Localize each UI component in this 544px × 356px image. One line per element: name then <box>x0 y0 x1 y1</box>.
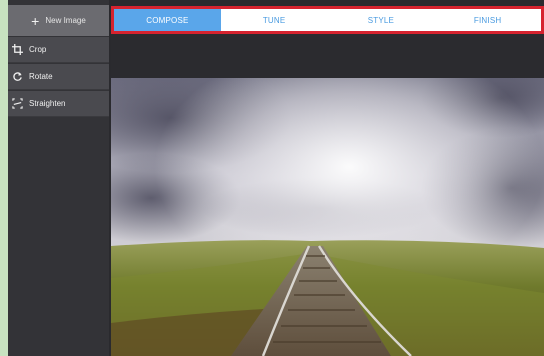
sidebar-item-straighten[interactable]: Straighten <box>8 91 109 117</box>
plus-icon: + <box>31 12 40 29</box>
sidebar-item-rotate[interactable]: Rotate <box>8 64 109 90</box>
photo-canvas[interactable] <box>111 78 544 356</box>
straighten-icon <box>12 98 23 109</box>
mode-tab-bar: COMPOSE TUNE STYLE FINISH <box>111 6 544 34</box>
new-image-label: New Image <box>45 16 86 25</box>
landscape-photo <box>111 78 544 356</box>
tab-tune[interactable]: TUNE <box>221 9 328 31</box>
crop-icon <box>12 44 23 55</box>
sidebar-item-crop[interactable]: Crop <box>8 37 109 63</box>
tab-compose[interactable]: COMPOSE <box>114 9 221 31</box>
photo-editor-app: + New Image Crop Rotate Straighten COMPO <box>8 0 544 356</box>
rotate-icon <box>13 72 22 81</box>
sidebar-item-label: Straighten <box>29 99 66 108</box>
tab-finish[interactable]: FINISH <box>434 9 541 31</box>
sidebar-item-label: Rotate <box>29 72 53 81</box>
sidebar: + New Image Crop Rotate Straighten <box>8 0 109 356</box>
canvas-background <box>111 34 544 78</box>
sidebar-item-label: Crop <box>29 45 47 54</box>
tab-style[interactable]: STYLE <box>328 9 435 31</box>
new-image-button[interactable]: + New Image <box>8 5 109 36</box>
